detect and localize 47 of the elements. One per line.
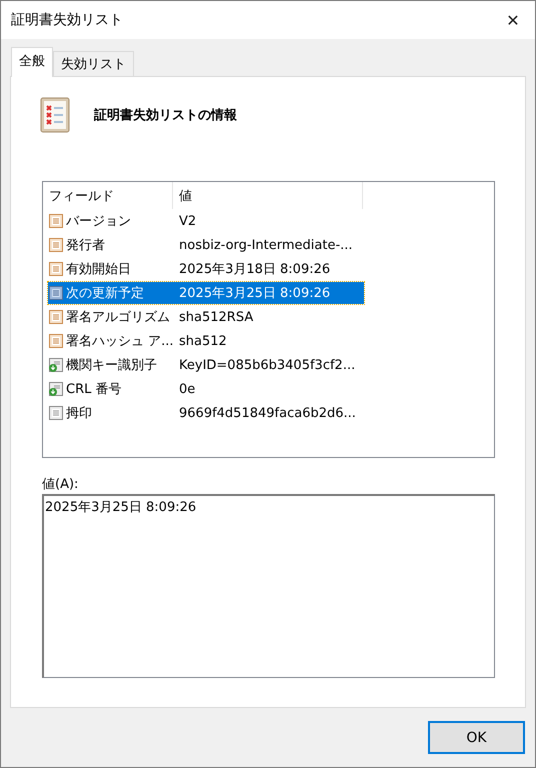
- ok-button[interactable]: OK: [428, 721, 525, 754]
- list-row[interactable]: 拇印 9669f4d51849faca6b2d6...: [48, 402, 364, 424]
- field-icon: [48, 213, 64, 229]
- field-value: sha512: [179, 334, 227, 348]
- list-row[interactable]: 次の更新予定 2025年3月25日 8:09:26: [48, 282, 364, 304]
- field-name: 機関キー識別子: [65, 357, 158, 374]
- field-value: KeyID=085b6b3405f3cf2...: [179, 358, 356, 372]
- field-name: 拇印: [65, 405, 93, 422]
- column-header[interactable]: フィールド: [43, 182, 173, 209]
- list-row[interactable]: 機関キー識別子 KeyID=085b6b3405f3cf2...: [48, 354, 364, 376]
- window-title: 証明書失効リスト: [11, 11, 123, 29]
- tab[interactable]: 全般: [11, 47, 53, 77]
- field-icon: [48, 333, 64, 349]
- field-value: nosbiz-org-Intermediate-...: [179, 238, 353, 252]
- field-value: V2: [179, 214, 196, 228]
- list-row[interactable]: バージョン V2: [48, 210, 364, 232]
- section-heading: 証明書失効リストの情報: [94, 107, 237, 124]
- field-value: 0e: [179, 382, 196, 396]
- column-header[interactable]: 値: [173, 182, 363, 209]
- list-row[interactable]: 署名アルゴリズム sha512RSA: [48, 306, 364, 328]
- field-value: 9669f4d51849faca6b2d6...: [179, 406, 356, 420]
- field-icon: [48, 405, 64, 421]
- certificate-list-icon: [40, 97, 70, 133]
- field-value: 2025年3月25日 8:09:26: [179, 285, 330, 302]
- list-row[interactable]: 署名ハッシュ ア... sha512: [48, 330, 364, 352]
- list-row[interactable]: 発行者 nosbiz-org-Intermediate-...: [48, 234, 364, 256]
- field-icon: [48, 285, 64, 301]
- extension-icon: [48, 357, 64, 373]
- field-name: CRL 番号: [65, 381, 122, 398]
- field-name: 署名アルゴリズム: [65, 309, 171, 326]
- field-name: 発行者: [65, 237, 106, 254]
- field-name: 有効開始日: [65, 261, 132, 278]
- close-button[interactable]: ✕: [491, 1, 535, 39]
- value-text-area[interactable]: 2025年3月25日 8:09:26: [42, 494, 495, 678]
- extension-icon: [48, 381, 64, 397]
- field-icon: [48, 261, 64, 277]
- field-icon: [48, 309, 64, 325]
- list-row[interactable]: 有効開始日 2025年3月18日 8:09:26: [48, 258, 364, 280]
- field-value: 2025年3月18日 8:09:26: [179, 261, 330, 278]
- tab[interactable]: 失効リスト: [53, 51, 134, 76]
- list-row[interactable]: CRL 番号 0e: [48, 378, 364, 400]
- value-label: 値(A):: [42, 477, 78, 492]
- field-name: 次の更新予定: [65, 285, 145, 302]
- field-icon: [48, 237, 64, 253]
- field-value: sha512RSA: [179, 310, 254, 324]
- field-name: バージョン: [65, 213, 132, 230]
- field-name: 署名ハッシュ ア...: [65, 333, 175, 350]
